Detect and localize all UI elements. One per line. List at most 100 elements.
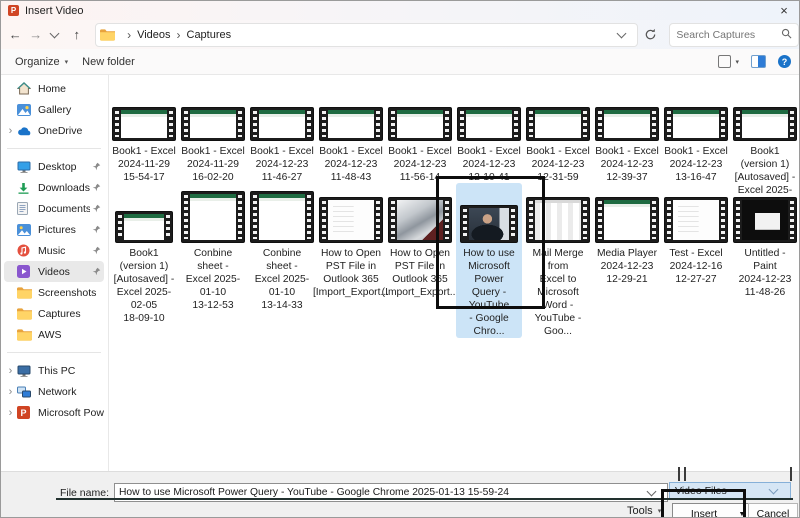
help-icon[interactable]: ? (778, 55, 791, 68)
organize-button[interactable]: Organize ▾ (15, 56, 68, 68)
sidebar-item-screenshots[interactable]: Screenshots (4, 282, 104, 303)
cancel-button[interactable]: Cancel (748, 503, 798, 517)
sidebar-item-onedrive[interactable]: › OneDrive (4, 120, 104, 141)
onedrive-icon (17, 124, 32, 138)
video-thumbnail (388, 197, 452, 243)
preview-pane-icon[interactable] (751, 55, 766, 68)
change-view-button[interactable]: ▾ (718, 55, 739, 68)
video-thumbnail (250, 191, 314, 243)
breadcrumb-separator: › (127, 27, 132, 42)
sidebar-item-label: Music (38, 244, 66, 257)
sidebar-item-music[interactable]: Music (4, 240, 104, 261)
annotation-tick-mark (684, 467, 686, 481)
file-grid-row-2: Book1 (version 1) [Autosaved] - Excel 20… (111, 183, 798, 338)
file-item[interactable]: Media Player 2024-12-23 12-29-21 (594, 183, 660, 338)
sidebar-section-divider (7, 148, 101, 149)
file-type-dropdown[interactable]: Video Files (669, 482, 791, 499)
expand-chevron-icon[interactable]: › (4, 125, 17, 137)
video-thumbnail (319, 197, 383, 243)
downloads-icon (17, 181, 32, 195)
forward-button[interactable]: → (26, 24, 47, 46)
sidebar-item-gallery[interactable]: Gallery (4, 99, 104, 120)
up-button[interactable]: ↑ (67, 24, 88, 46)
folder-icon (17, 307, 32, 321)
sidebar-item-desktop[interactable]: Desktop (4, 156, 104, 177)
sidebar-item-downloads[interactable]: Downloads (4, 177, 104, 198)
network-icon (17, 385, 32, 399)
sidebar-item-label: Gallery (38, 103, 72, 116)
sidebar-item-label: AWS (38, 328, 62, 341)
pin-icon (90, 162, 102, 171)
pictures-icon (17, 223, 32, 237)
pin-icon (90, 267, 102, 276)
close-icon[interactable]: × (775, 2, 793, 18)
sidebar-item-this-pc[interactable]: › This PC (4, 360, 104, 381)
file-item[interactable]: How to Open PST File in Outlook 365 [Imp… (313, 183, 389, 338)
sidebar-item-label: Pictures (38, 223, 76, 236)
expand-chevron-icon[interactable]: › (4, 386, 17, 398)
address-dropdown-icon[interactable] (616, 28, 627, 39)
back-button[interactable]: ← (5, 24, 26, 46)
file-item[interactable]: Mail Merge from Excel to Microsoft Word … (525, 183, 591, 338)
file-name-label: File name: (59, 486, 109, 499)
breadcrumb-item-videos[interactable]: Videos (137, 29, 170, 41)
music-icon (17, 244, 32, 258)
chevron-down-icon (768, 484, 779, 495)
file-item[interactable]: Untitled - Paint 2024-12-23 11-48-26 (732, 183, 798, 338)
file-label: Book1 - Excel 2024-12-23 13-16-47 (664, 146, 728, 183)
file-item[interactable]: Test - Excel 2024-12-16 12-27-27 (663, 183, 729, 338)
folder-icon (100, 28, 116, 42)
sidebar-item-home[interactable]: Home (4, 78, 104, 99)
file-item[interactable]: Book1 (version 1) [Autosaved] - Excel 20… (111, 183, 177, 338)
recent-locations-button[interactable] (46, 24, 67, 46)
file-label: Mail Merge from Excel to Microsoft Word … (532, 248, 584, 337)
powerpoint-icon: P (17, 406, 32, 420)
sidebar-item-pictures[interactable]: Pictures (4, 219, 104, 240)
pin-icon (90, 204, 102, 213)
navigation-bar: ← → ↑ › Videos › Captures Search Capture… (1, 20, 799, 49)
pin-icon (90, 183, 102, 192)
video-thumbnail (115, 211, 173, 243)
sidebar-item-microsoft-powerpoi[interactable]: ›P Microsoft PowerPoi (4, 402, 104, 423)
new-folder-button[interactable]: New folder (82, 56, 135, 68)
dialog-title: Insert Video (25, 4, 84, 17)
address-bar[interactable]: › Videos › Captures (95, 22, 639, 47)
tools-button[interactable]: Tools ▾ (627, 505, 661, 517)
expand-chevron-icon[interactable]: › (4, 407, 17, 419)
sidebar-item-label: Network (38, 385, 77, 398)
home-icon (17, 82, 32, 96)
expand-chevron-icon[interactable]: › (4, 365, 17, 377)
file-label: Book1 - Excel 2024-12-23 11-56-14 (388, 146, 452, 183)
insert-button[interactable]: Insert (672, 503, 736, 517)
sidebar-item-label: Downloads (38, 181, 90, 194)
file-label: Book1 - Excel 2024-12-23 11-46-27 (250, 146, 314, 183)
video-thumbnail (457, 107, 521, 141)
file-item[interactable]: Conbine sheet - Excel 2025-01-10 13-12-5… (180, 183, 246, 338)
sidebar-item-captures[interactable]: Captures (4, 303, 104, 324)
view-icon (718, 55, 732, 68)
desktop-icon (17, 160, 32, 174)
search-box[interactable]: Search Captures (669, 22, 799, 47)
file-item-selected[interactable]: How to use Microsoft Power Query - YouTu… (456, 183, 522, 338)
sidebar-item-videos[interactable]: Videos (4, 261, 104, 282)
file-label: Book1 - Excel 2024-12-23 11-48-43 (319, 146, 383, 183)
sidebar-item-aws[interactable]: AWS (4, 324, 104, 345)
file-item[interactable]: How to Open PST File in Outlook 365 (Imp… (382, 183, 458, 338)
pin-icon (90, 246, 102, 255)
divider-line (56, 498, 793, 500)
powerpoint-app-icon: P (8, 5, 19, 16)
breadcrumb-item-captures[interactable]: Captures (187, 29, 232, 41)
sidebar-item-network[interactable]: › Network (4, 381, 104, 402)
file-label: Book1 - Excel 2024-11-29 15-54-17 (112, 146, 176, 183)
annotation-tick-mark (678, 467, 680, 481)
file-name-input[interactable]: How to use Microsoft Power Query - YouTu… (119, 487, 644, 498)
search-input[interactable]: Search Captures (676, 29, 781, 41)
chevron-down-icon (49, 28, 60, 39)
file-label: Test - Excel 2024-12-16 12-27-27 (669, 248, 723, 285)
videos-icon (17, 265, 32, 279)
file-item[interactable]: Conbine sheet - Excel 2025-01-10 13-14-3… (249, 183, 315, 338)
sidebar-item-documents[interactable]: Documents (4, 198, 104, 219)
sidebar-item-label: Microsoft PowerPoi (38, 406, 104, 419)
video-thumbnail (526, 197, 590, 243)
refresh-icon[interactable] (644, 28, 657, 41)
